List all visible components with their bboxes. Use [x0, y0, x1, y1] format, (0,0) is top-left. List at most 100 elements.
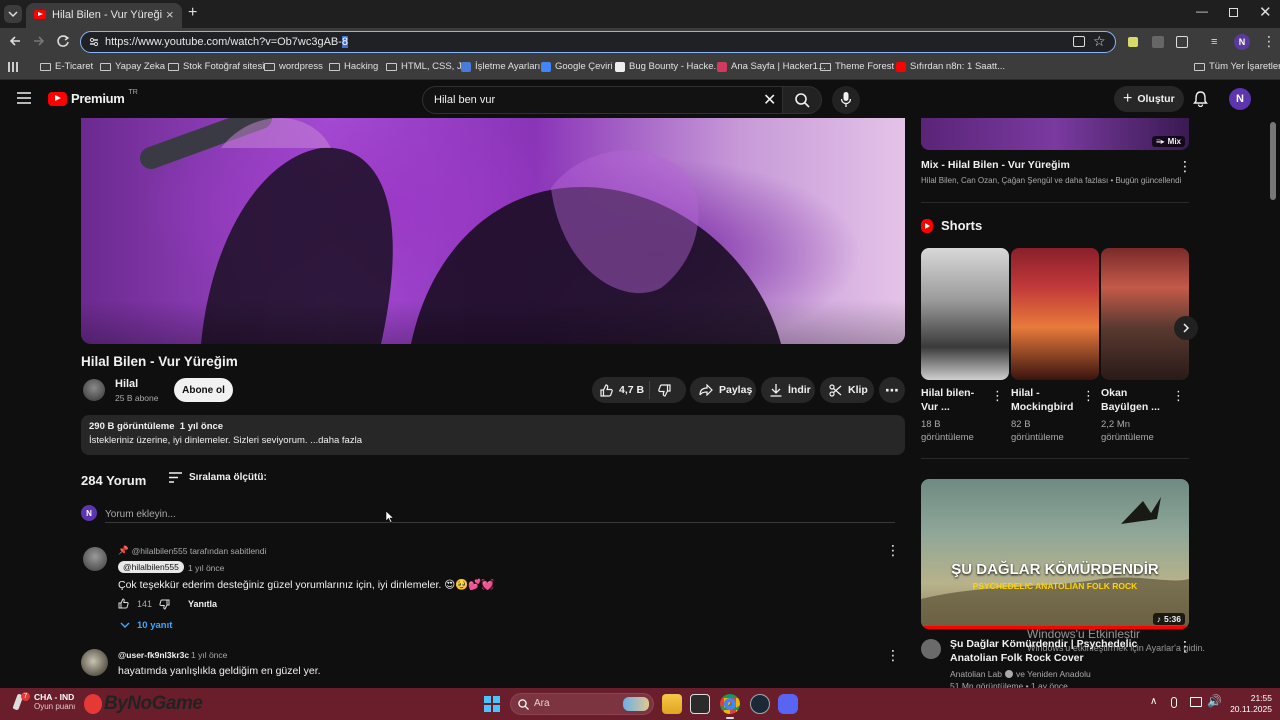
comment-author-avatar[interactable] — [81, 649, 108, 676]
channel-avatar[interactable] — [83, 379, 105, 401]
short-title[interactable]: Okan Bayülgen ... — [1101, 386, 1167, 414]
network-icon[interactable] — [1190, 697, 1202, 707]
notifications-bell-icon[interactable] — [1193, 91, 1208, 107]
hamburger-menu-icon[interactable] — [17, 92, 31, 104]
comment-author-avatar[interactable] — [83, 547, 107, 571]
bookmark-star-icon[interactable]: ☆ — [1093, 33, 1106, 50]
media-icon[interactable]: ≡ — [1211, 36, 1217, 48]
logo-text: Premium — [71, 91, 125, 106]
bookmark-google-ceviri[interactable]: Google Çeviri — [541, 61, 613, 72]
comment-like-button[interactable]: 141 — [118, 598, 152, 609]
youtube-logo[interactable]: Premium TR — [48, 89, 138, 106]
replies-toggle[interactable]: 10 yanıt — [120, 620, 172, 631]
views-line: 290 B görüntüleme 1 yıl önce — [89, 421, 224, 432]
clock[interactable]: 21:55 20.11.2025 — [1228, 693, 1272, 715]
comment-dislike-icon[interactable] — [159, 599, 170, 610]
short-menu-icon[interactable]: ⋮ — [991, 388, 1004, 404]
tab-search-button[interactable] — [4, 5, 22, 23]
subscribe-button[interactable]: Abone ol — [174, 378, 233, 402]
related-video-thumbnail[interactable]: ŞU DAĞLAR KÖMÜRDENDİR PSYCHEDELIC ANATOL… — [921, 479, 1189, 629]
mix-thumbnail[interactable]: ≡▸ Mix — [921, 118, 1189, 150]
comment-menu-icon[interactable]: ⋮ — [886, 542, 900, 559]
page-scrollbar[interactable] — [1270, 122, 1276, 200]
tab-close-icon[interactable]: × — [166, 7, 174, 22]
taskbar-search[interactable]: Ara — [510, 693, 654, 715]
short-thumbnail[interactable] — [1101, 248, 1189, 380]
clear-search-icon[interactable]: ✕ — [763, 90, 776, 110]
address-bar[interactable]: https://www.youtube.com/watch?v=Ob7wc3gA… — [80, 31, 1116, 53]
menu-dots-icon[interactable]: ⋮ — [1262, 33, 1276, 50]
bookmark-theme-forest[interactable]: Theme Forest — [820, 61, 894, 72]
tray-chevron-icon[interactable]: ∧ — [1150, 696, 1157, 707]
reply-button[interactable]: Yanıtla — [188, 599, 217, 609]
short-thumbnail[interactable] — [1011, 248, 1099, 380]
sort-icon — [169, 472, 182, 483]
steam-icon[interactable] — [750, 694, 770, 714]
discord-icon[interactable] — [778, 694, 798, 714]
dislike-button[interactable] — [650, 383, 671, 397]
more-actions-button[interactable]: ⋯ — [879, 377, 905, 403]
forward-icon[interactable] — [32, 34, 46, 48]
volume-icon[interactable]: 🔊 — [1207, 694, 1222, 708]
mix-title[interactable]: Mix - Hilal Bilen - Vur Yüreğim — [921, 159, 1070, 171]
install-app-icon[interactable] — [1073, 36, 1085, 47]
bookmark-e-ticaret[interactable]: E-Ticaret — [40, 61, 93, 72]
bookmark-hackerone[interactable]: Ana Sayfa | Hacker1... — [717, 61, 826, 72]
bookmark-n8n[interactable]: Sıfırdan n8n: 1 Saatt... — [896, 61, 1005, 72]
search-input[interactable]: Hilal ben vur ✕ — [422, 86, 784, 114]
bookmark-hacking[interactable]: Hacking — [329, 61, 378, 72]
browser-tab-active[interactable]: Hilal Bilen - Vur Yüreğim - YouT × — [26, 3, 182, 28]
search-value: Hilal ben vur — [434, 94, 496, 106]
comment-author-chip[interactable]: @hilalbilen555 — [118, 561, 184, 573]
short-menu-icon[interactable]: ⋮ — [1172, 388, 1185, 404]
weather-widget[interactable]: 7 CHA - IND Oyun puanı — [12, 692, 75, 712]
file-explorer-icon[interactable] — [662, 694, 682, 714]
chrome-icon[interactable] — [720, 694, 740, 714]
puzzle-icon[interactable] — [1176, 36, 1188, 48]
download-button[interactable]: İndir — [761, 377, 815, 403]
voice-search-button[interactable] — [832, 86, 860, 114]
start-button[interactable] — [484, 696, 500, 712]
comment-author[interactable]: @user-fk9nl3kr3c — [118, 650, 189, 660]
bookmark-bug-bounty[interactable]: Bug Bounty - Hacke... — [615, 61, 721, 72]
extension-icon[interactable] — [1128, 37, 1138, 47]
bookmark-isletme[interactable]: İşletme Ayarları — [461, 61, 540, 72]
site-info-icon[interactable] — [88, 36, 100, 48]
back-icon[interactable] — [8, 34, 22, 48]
short-menu-icon[interactable]: ⋮ — [1082, 388, 1095, 404]
related-channel-avatar[interactable] — [921, 639, 941, 659]
short-title[interactable]: Hilal bilen- Vur ... — [921, 386, 985, 414]
short-title[interactable]: Hilal - Mockingbird — [1011, 386, 1081, 414]
bookmark-html-css-js[interactable]: HTML, CSS, JS — [386, 61, 468, 72]
like-button[interactable]: 4,7 B — [592, 381, 650, 399]
share-button[interactable]: Paylaş — [690, 377, 756, 403]
all-bookmarks[interactable]: Tüm Yer İşaretleri — [1194, 61, 1280, 72]
bookmark-yapay-zeka[interactable]: Yapay Zeka — [100, 61, 165, 72]
create-button[interactable]: + Oluştur — [1114, 86, 1184, 112]
search-button[interactable] — [782, 86, 822, 114]
restore-icon[interactable] — [1229, 8, 1238, 17]
add-comment-input[interactable]: Yorum ekleyin... — [105, 506, 895, 523]
sort-button[interactable]: Sıralama ölçütü: — [169, 472, 267, 483]
mix-menu-icon[interactable]: ⋮ — [1178, 158, 1192, 175]
user-avatar[interactable]: N — [1229, 88, 1251, 110]
snipping-tool-icon[interactable] — [690, 694, 710, 714]
description-box[interactable]: 290 B görüntüleme 1 yıl önce İsteklerini… — [81, 415, 905, 455]
new-tab-icon[interactable]: + — [188, 4, 197, 22]
comment-menu-icon[interactable]: ⋮ — [886, 647, 900, 664]
apps-grid-icon[interactable] — [8, 62, 18, 72]
bookmark-stok-foto[interactable]: Stok Fotoğraf sitesi — [168, 61, 264, 72]
profile-avatar[interactable]: N — [1234, 34, 1250, 50]
translate-ext-icon[interactable] — [1152, 36, 1164, 48]
clip-button[interactable]: Klip — [820, 377, 874, 403]
channel-name[interactable]: Hilal — [115, 378, 138, 390]
minimize-icon[interactable]: — — [1196, 4, 1208, 18]
short-thumbnail[interactable] — [921, 248, 1009, 380]
search-icon — [795, 93, 810, 108]
reload-icon[interactable] — [56, 34, 70, 48]
shorts-next-button[interactable] — [1174, 316, 1198, 340]
bookmark-wordpress[interactable]: wordpress — [264, 61, 323, 72]
microphone-tray-icon[interactable] — [1171, 697, 1177, 708]
search-highlight-icon — [623, 697, 649, 711]
close-window-icon[interactable]: ✕ — [1259, 3, 1272, 21]
